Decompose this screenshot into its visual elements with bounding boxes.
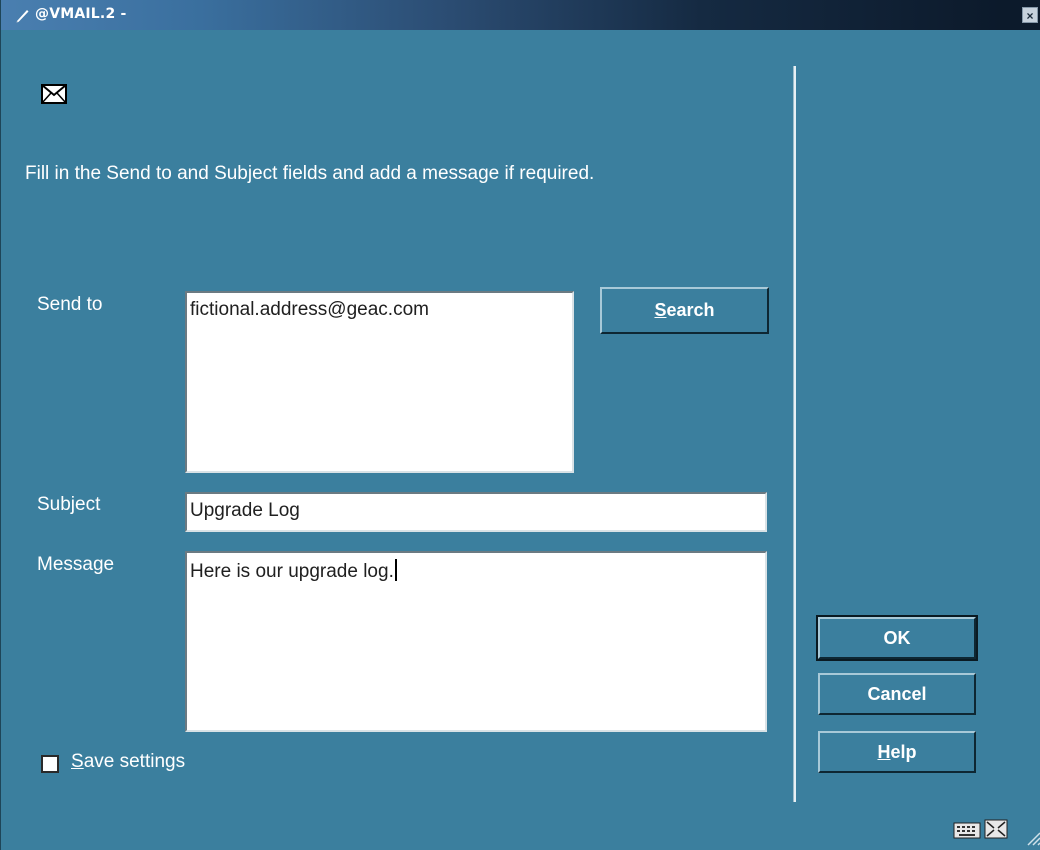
send-to-value: fictional.address@geac.com <box>190 299 429 320</box>
instructions-text: Fill in the Send to and Subject fields a… <box>25 163 595 184</box>
envelope-icon <box>41 84 67 104</box>
send-to-label: Send to <box>37 294 103 315</box>
title-bar[interactable]: @VMAIL.2 - × <box>1 0 1040 30</box>
close-button[interactable]: × <box>1022 7 1038 23</box>
message-value: Here is our upgrade log. <box>190 561 394 582</box>
subject-value: Upgrade Log <box>190 500 300 521</box>
cancel-button[interactable]: Cancel <box>818 673 976 715</box>
keyboard-icon[interactable] <box>953 822 981 839</box>
search-button[interactable]: Search <box>600 287 769 334</box>
pen-icon <box>16 10 29 23</box>
message-field[interactable]: Here is our upgrade log. <box>185 551 767 732</box>
message-label: Message <box>37 554 115 575</box>
help-button[interactable]: Help <box>818 731 976 773</box>
text-caret <box>394 559 397 581</box>
status-icons <box>953 819 1008 839</box>
send-to-field[interactable]: fictional.address@geac.com <box>185 291 574 473</box>
vertical-divider <box>793 66 796 802</box>
vmail-dialog-window: @VMAIL.2 - × Fill in the Send to and Sub… <box>0 0 1040 850</box>
save-settings-checkbox[interactable] <box>41 755 59 773</box>
ok-button[interactable]: OK <box>816 615 978 661</box>
window-title: @VMAIL.2 - <box>35 6 127 22</box>
fullscreen-icon[interactable] <box>984 819 1008 839</box>
save-settings-label[interactable]: Save settings <box>71 751 185 773</box>
resize-grip-icon[interactable] <box>1023 828 1040 846</box>
subject-field[interactable]: Upgrade Log <box>185 492 767 532</box>
subject-label: Subject <box>37 494 101 515</box>
